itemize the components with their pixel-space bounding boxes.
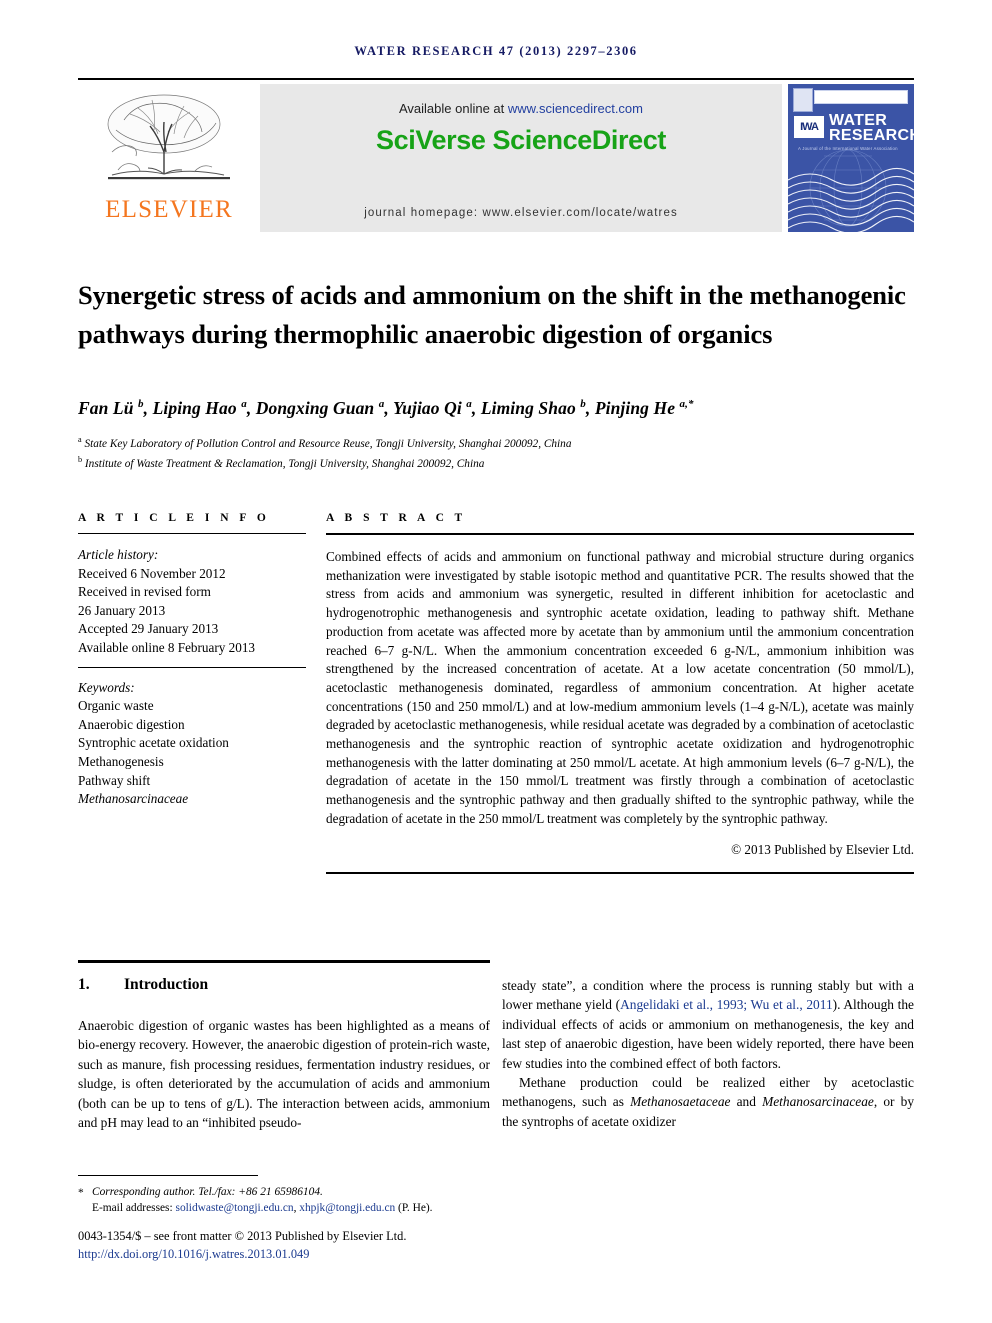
keywords-block: Keywords: Organic waste Anaerobic digest… bbox=[78, 679, 306, 809]
email-link-2[interactable]: xhpjk@tongji.edu.cn bbox=[299, 1202, 395, 1214]
elsevier-tree-icon bbox=[107, 94, 230, 180]
email-line: E-mail addresses: solidwaste@tongji.edu.… bbox=[92, 1202, 433, 1215]
corresponding-author-line: Corresponding author. Tel./fax: +86 21 6… bbox=[92, 1186, 323, 1198]
cover-subtitle: A Journal of the International Water Ass… bbox=[798, 146, 898, 151]
abstract-bottom-rule bbox=[326, 871, 914, 874]
imprint-block: 0043-1354/$ – see front matter © 2013 Pu… bbox=[78, 1228, 538, 1263]
abstract-top-rule bbox=[326, 533, 914, 535]
abstract-heading: A B S T R A C T bbox=[326, 512, 467, 524]
history-item: Received in revised form bbox=[78, 584, 211, 600]
running-head: Water Research 47 (2013) 2297–2306 bbox=[354, 44, 638, 58]
available-online-line: Available online at www.sciencedirect.co… bbox=[260, 84, 782, 116]
masthead-top-rule bbox=[78, 78, 914, 80]
footnote-rule bbox=[78, 1175, 258, 1176]
abstract-text: Combined effects of acids and ammonium o… bbox=[326, 549, 914, 826]
affiliation-mark-b: b bbox=[78, 455, 83, 465]
citation-link[interactable]: Angelidaki et al., 1993; Wu et al., 2011 bbox=[620, 997, 833, 1012]
introduction-top-rule bbox=[78, 960, 490, 963]
author-list: Fan Lü b, Liping Hao a, Dongxing Guan a,… bbox=[78, 398, 694, 418]
iwa-logo: IWA bbox=[794, 116, 824, 138]
history-item: Received 6 November 2012 bbox=[78, 565, 226, 581]
journal-cover-thumbnail: IWA WATER RESEARCH A Journal of the Inte… bbox=[788, 84, 914, 232]
body-column-right: steady state”, a condition where the pro… bbox=[502, 976, 914, 1131]
affiliation-mark-a: a bbox=[78, 435, 82, 444]
keyword-item: Methanogenesis bbox=[78, 753, 164, 769]
article-info-column: A R T I C L E I N F O Article history: R… bbox=[78, 512, 306, 809]
email-attribution: (P. He). bbox=[395, 1202, 433, 1215]
paragraph: Methane production could be realized eit… bbox=[502, 1075, 915, 1129]
keyword-item: Organic waste bbox=[78, 698, 154, 714]
abstract-column: A B S T R A C T Combined effects of acid… bbox=[326, 512, 914, 874]
section-number: 1. bbox=[78, 976, 90, 993]
journal-homepage-line[interactable]: journal homepage: www.elsevier.com/locat… bbox=[260, 207, 782, 219]
email-label: E-mail addresses: bbox=[92, 1202, 176, 1215]
issn-front-matter: 0043-1354/$ – see front matter © 2013 Pu… bbox=[78, 1229, 407, 1243]
keyword-item: Syntrophic acetate oxidation bbox=[78, 735, 229, 751]
elsevier-wordmark: ELSEVIER bbox=[105, 196, 233, 223]
elsevier-logo: ELSEVIER bbox=[78, 84, 260, 232]
email-link-1[interactable]: solidwaste@tongji.edu.cn bbox=[176, 1202, 294, 1214]
article-title: Synergetic stress of acids and ammonium … bbox=[78, 279, 906, 349]
keyword-item: Methanosarcinaceae bbox=[78, 791, 189, 807]
affiliations: a State Key Laboratory of Pollution Cont… bbox=[78, 432, 908, 473]
iwa-logo-label: IWA bbox=[800, 121, 819, 133]
abstract-copyright: © 2013 Published by Elsevier Ltd. bbox=[731, 841, 914, 857]
article-info-heading: A R T I C L E I N F O bbox=[78, 512, 270, 524]
article-info-rule bbox=[78, 533, 306, 534]
cover-stamp-mark bbox=[793, 88, 813, 112]
paragraph: steady state”, a condition where the pro… bbox=[502, 978, 915, 1071]
keywords-label: Keywords: bbox=[78, 679, 135, 695]
sciverse-sciencedirect-wordmark: SciVerse ScienceDirect bbox=[376, 125, 666, 155]
keywords-rule bbox=[78, 666, 306, 668]
keyword-item: Pathway shift bbox=[78, 772, 151, 788]
cover-title-line2: RESEARCH bbox=[829, 127, 914, 144]
article-history-label: Article history: bbox=[78, 547, 159, 562]
doi-link[interactable]: http://dx.doi.org/10.1016/j.watres.2013.… bbox=[78, 1246, 538, 1264]
cover-title-line1: WATER bbox=[829, 112, 888, 129]
cover-top-bar bbox=[814, 90, 908, 104]
journal-article-page: Water Research 47 (2013) 2297–2306 bbox=[0, 0, 992, 1323]
section-heading-introduction: 1. Introduction bbox=[78, 976, 490, 994]
taxon-name: Methanosarcinaceae bbox=[762, 1094, 874, 1110]
taxon-name: Methanosaetaceae bbox=[630, 1094, 731, 1110]
affiliation-b: b Institute of Waste Treatment & Reclama… bbox=[78, 455, 485, 471]
footnote-star-marker: * bbox=[78, 1187, 84, 1199]
sciencedirect-banner: Available online at www.sciencedirect.co… bbox=[260, 84, 782, 232]
keyword-item: Anaerobic digestion bbox=[78, 716, 185, 732]
cover-title: WATER RESEARCH bbox=[829, 112, 914, 144]
paragraph: Anaerobic digestion of organic wastes ha… bbox=[78, 1018, 490, 1131]
body-column-left: 1. Introduction Anaerobic digestion of or… bbox=[78, 976, 490, 1132]
affiliation-a: a State Key Laboratory of Pollution Cont… bbox=[78, 435, 572, 450]
section-title: Introduction bbox=[124, 976, 209, 993]
history-item: Accepted 29 January 2013 bbox=[78, 621, 219, 637]
article-history: Article history: Received 6 November 201… bbox=[78, 546, 306, 658]
available-online-prefix: Available online at bbox=[398, 101, 508, 116]
masthead: ELSEVIER Available online at www.science… bbox=[78, 84, 914, 232]
history-item: 26 January 2013 bbox=[78, 602, 166, 618]
history-item: Available online 8 February 2013 bbox=[78, 639, 256, 655]
corresponding-author-footnote: * Corresponding author. Tel./fax: +86 21… bbox=[78, 1184, 498, 1216]
sciencedirect-link[interactable]: www.sciencedirect.com bbox=[508, 101, 643, 116]
